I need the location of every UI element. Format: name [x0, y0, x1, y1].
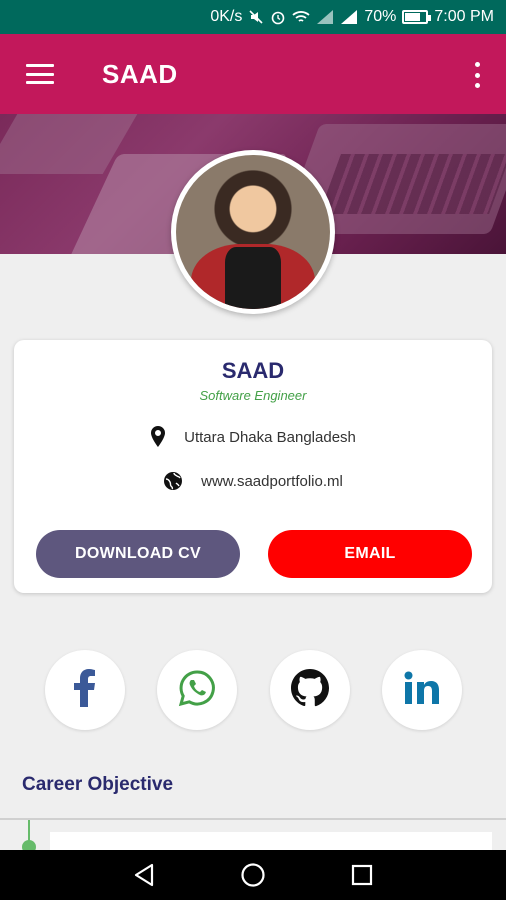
app-title: SAAD: [102, 58, 178, 89]
home-circle-icon[interactable]: [238, 860, 268, 890]
github-icon: [291, 668, 330, 712]
signal-icon-2: [340, 9, 358, 25]
email-button[interactable]: EMAIL: [268, 530, 472, 578]
location-text: Uttara Dhaka Bangladesh: [184, 428, 356, 446]
career-objective-title: Career Objective: [22, 774, 174, 795]
website-link[interactable]: www.saadportfolio.ml: [201, 473, 343, 490]
globe-icon: [163, 471, 183, 491]
recents-square-icon[interactable]: [347, 860, 377, 890]
battery-icon: [402, 10, 432, 24]
system-nav-bar: [0, 850, 506, 900]
signal-icon: [316, 9, 334, 25]
whatsapp-button[interactable]: [157, 650, 237, 730]
profile-name: SAAD: [221, 358, 285, 383]
clock: 7:00 PM: [434, 8, 494, 25]
more-vert-icon[interactable]: [474, 62, 480, 88]
github-button[interactable]: [270, 650, 350, 730]
profile-role: Software Engineer: [199, 388, 307, 403]
location-row: Uttara Dhaka Bangladesh: [14, 426, 492, 448]
hamburger-menu-icon[interactable]: [26, 64, 54, 84]
location-pin-icon: [150, 426, 166, 448]
career-objective-card: [50, 832, 492, 852]
mute-icon: [248, 9, 264, 25]
download-cv-button[interactable]: DOWNLOAD CV: [36, 530, 240, 578]
facebook-icon: [74, 668, 96, 712]
network-speed: 0K/s: [210, 8, 243, 25]
status-bar: 0K/s 70% 7:00 PM: [0, 0, 506, 34]
profile-card: SAAD Software Engineer Uttara Dhaka Bang…: [14, 340, 492, 593]
whatsapp-icon: [178, 669, 216, 712]
linkedin-button[interactable]: [382, 650, 462, 730]
back-triangle-icon[interactable]: [129, 860, 159, 890]
website-row[interactable]: www.saadportfolio.ml: [14, 471, 492, 491]
facebook-button[interactable]: [45, 650, 125, 730]
app-bar: SAAD: [0, 34, 506, 114]
battery-percent: 70%: [364, 8, 397, 25]
divider: [0, 818, 506, 820]
alarm-icon: [270, 9, 286, 25]
profile-avatar: [171, 150, 335, 314]
wifi-icon: [292, 9, 310, 25]
linkedin-icon: [404, 671, 440, 710]
